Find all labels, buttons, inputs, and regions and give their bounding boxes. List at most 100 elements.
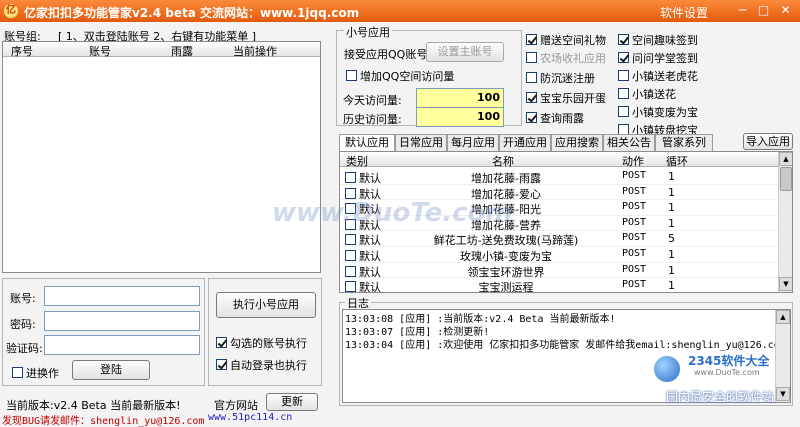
option-label: 小镇送花 — [632, 88, 676, 101]
row-loop: 1 — [668, 185, 675, 199]
row-category: 默认 — [359, 234, 381, 248]
option-checkbox[interactable]: 宝宝乐园开蛋 — [526, 90, 606, 106]
row-action: POST — [622, 263, 647, 275]
row-checkbox[interactable]: 默认 — [345, 248, 381, 264]
row-checkbox[interactable]: 默认 — [345, 264, 381, 280]
checkbox-box[interactable] — [526, 34, 537, 45]
title-bar[interactable]: 亿 亿家扣扣多功能管家v2.4 beta 交流网站：www.1jqq.com 软… — [0, 0, 800, 22]
tab[interactable]: 相关公告 — [603, 134, 655, 152]
tab[interactable]: 应用搜索 — [551, 134, 603, 152]
row-loop: 5 — [668, 232, 675, 246]
checkbox-box[interactable] — [618, 34, 629, 45]
password-input[interactable] — [44, 311, 200, 331]
option-label: 赠送空间礼物 — [540, 34, 606, 47]
tab[interactable]: 管家系列 — [655, 134, 713, 152]
checkbox-box[interactable] — [345, 187, 356, 199]
option-checkbox[interactable]: 防沉迷注册 — [526, 70, 595, 86]
checkbox-box[interactable] — [618, 88, 629, 99]
col-account[interactable]: 账号 — [89, 43, 111, 59]
log-line: 13:03:08 [应用] :当前版本:v2.4 Beta 当前最新版本! — [345, 314, 616, 325]
row-category: 默认 — [359, 265, 381, 279]
option-label: 小镇变废为宝 — [632, 106, 698, 119]
col-action[interactable]: 动作 — [622, 153, 644, 169]
password-label: 密码: — [10, 318, 36, 331]
scroll-up-icon[interactable]: ▲ — [779, 152, 792, 166]
table-row[interactable]: 默认 增加花藤-雨露 POST 1 — [340, 169, 778, 185]
tab[interactable]: 每月应用 — [447, 134, 499, 152]
captcha-input[interactable] — [44, 335, 200, 355]
col-index[interactable]: 序号 — [11, 43, 33, 59]
set-main-account-button[interactable]: 设置主账号 — [426, 42, 504, 62]
checkbox-box[interactable] — [526, 92, 537, 103]
update-button[interactable]: 更新 — [266, 393, 318, 411]
option-checkbox[interactable]: 查询雨露 — [526, 110, 584, 126]
table-row[interactable]: 默认 领宝宝环游世界 POST 1 — [340, 263, 778, 279]
scroll-thumb[interactable] — [780, 167, 792, 191]
checkbox-box[interactable] — [345, 234, 356, 246]
maximize-icon[interactable]: □ — [755, 3, 772, 19]
run-small-app-button[interactable]: 执行小号应用 — [216, 292, 316, 318]
checkbox-box[interactable] — [618, 52, 629, 63]
software-settings-link[interactable]: 软件设置 — [660, 4, 708, 21]
option-label: 查询雨露 — [540, 112, 584, 125]
auto-login-checkbox[interactable]: 自动登录也执行 — [216, 357, 307, 373]
col-rain[interactable]: 雨露 — [171, 43, 193, 59]
checkbox-box[interactable] — [526, 52, 537, 63]
scroll-down-icon[interactable]: ▼ — [779, 277, 792, 291]
option-checkbox[interactable]: 小镇变废为宝 — [618, 104, 698, 120]
minimize-icon[interactable]: ─ — [734, 3, 751, 19]
row-checkbox[interactable]: 默认 — [345, 170, 381, 186]
checkbox-box[interactable] — [618, 70, 629, 81]
site-link[interactable]: www.51pc114.cn — [208, 412, 292, 423]
col-name[interactable]: 名称 — [492, 153, 514, 169]
option-checkbox[interactable]: 农场收礼应用 — [526, 50, 606, 66]
row-loop: 1 — [668, 216, 675, 230]
today-visits-field[interactable]: 100 — [416, 88, 504, 108]
account-list[interactable]: 序号 账号 雨露 当前操作 — [2, 41, 321, 273]
checkbox-box[interactable] — [526, 112, 537, 123]
checkbox-box[interactable] — [526, 72, 537, 83]
app-table-scrollbar[interactable]: ▲ ▼ — [778, 152, 792, 292]
tab[interactable]: 日常应用 — [395, 134, 447, 152]
official-site-link[interactable]: 官方网站 — [214, 397, 258, 413]
option-checkbox[interactable]: 小镇送花 — [618, 86, 676, 102]
stealth-checkbox[interactable]: 进换作 — [12, 365, 59, 381]
table-row[interactable]: 默认 玫瑰小镇-变废为宝 POST 1 — [340, 247, 778, 263]
col-category[interactable]: 类别 — [346, 153, 368, 169]
checkbox-box[interactable] — [618, 106, 629, 117]
checkbox-box[interactable] — [345, 249, 356, 261]
table-row[interactable]: 默认 宝宝测运程 POST 1 — [340, 278, 778, 292]
history-visits-field[interactable]: 100 — [416, 107, 504, 127]
close-icon[interactable]: ✕ — [777, 3, 794, 19]
option-checkbox[interactable]: 赠送空间礼物 — [526, 32, 606, 48]
row-checkbox[interactable]: 默认 — [345, 232, 381, 248]
account-list-header: 序号 账号 雨露 当前操作 — [3, 42, 320, 59]
checkbox-box[interactable] — [345, 265, 356, 277]
row-action: POST — [622, 232, 647, 244]
stealth-label: 进换作 — [26, 367, 59, 380]
today-visits-label: 今天访问量: — [343, 94, 402, 107]
account-input[interactable] — [44, 286, 200, 306]
row-name: 玫瑰小镇-变废为宝 — [460, 249, 552, 263]
log-lines: 13:03:08 [应用] :当前版本:v2.4 Beta 当前最新版本! 13:… — [345, 313, 786, 352]
row-name: 领宝宝环游世界 — [467, 265, 545, 279]
option-checkbox[interactable]: 问问学堂签到 — [618, 50, 698, 66]
option-checkbox[interactable]: 空间趣味签到 — [618, 32, 698, 48]
table-row[interactable]: 默认 鲜花工坊-送免费玫瑰(马蹄莲) POST 5 — [340, 231, 778, 247]
option-checkbox[interactable]: 小镇送老虎花 — [618, 68, 698, 84]
col-current-op[interactable]: 当前操作 — [233, 43, 277, 59]
row-checkbox[interactable]: 默认 — [345, 279, 381, 292]
col-loop[interactable]: 循环 — [666, 153, 688, 169]
app-table-header: 类别 名称 动作 循环 — [340, 152, 778, 169]
row-category: 默认 — [359, 249, 381, 263]
login-button[interactable]: 登陆 — [72, 360, 150, 380]
checked-exec-checkbox[interactable]: 勾选的账号执行 — [216, 335, 307, 351]
add-visits-checkbox[interactable]: 增加QQ空间访问量 — [346, 68, 454, 84]
log-scroll-up-icon[interactable]: ▲ — [776, 310, 790, 324]
add-visits-label: 增加QQ空间访问量 — [360, 70, 455, 83]
tab[interactable]: 开通应用 — [499, 134, 551, 152]
import-app-button[interactable]: 导入应用 — [743, 133, 793, 150]
row-action: POST — [622, 201, 647, 213]
checkbox-box[interactable] — [345, 172, 356, 183]
checkbox-box[interactable] — [345, 281, 356, 292]
